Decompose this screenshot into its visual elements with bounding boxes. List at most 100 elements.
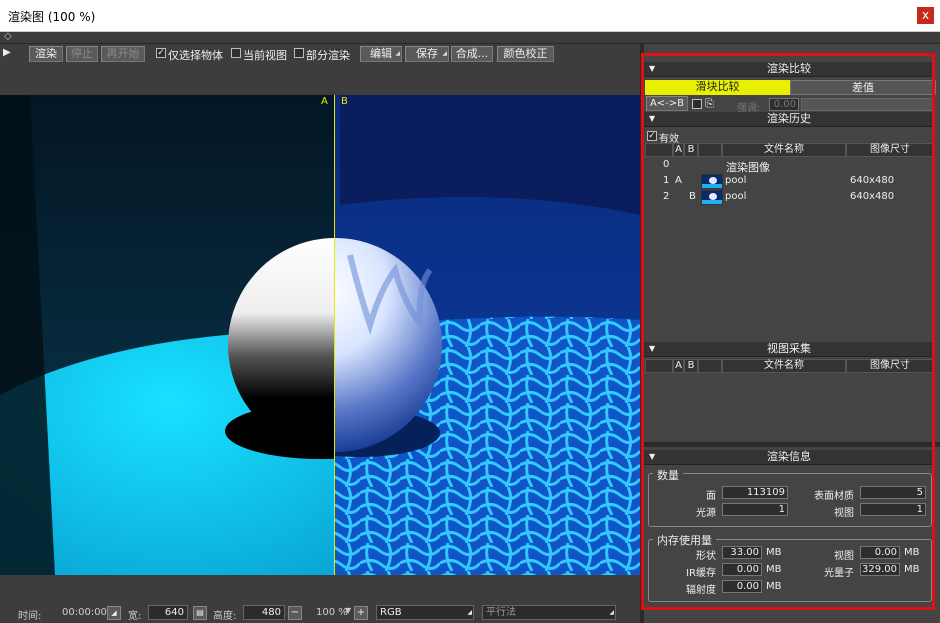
- count-group-title: 数量: [653, 467, 683, 483]
- current-view-label: 当前视图: [243, 49, 287, 62]
- current-view-checkbox[interactable]: [231, 48, 241, 58]
- render-viewport[interactable]: [0, 95, 640, 575]
- partial-render-label: 部分渲染: [306, 49, 350, 62]
- row-name: pool: [725, 191, 747, 202]
- history-header[interactable]: ▼ 渲染历史: [644, 112, 934, 127]
- render-image: [0, 95, 640, 575]
- compare-option-checkbox[interactable]: [692, 99, 702, 109]
- play-icon[interactable]: ▶: [3, 47, 11, 58]
- stop-button[interactable]: 停止: [66, 46, 98, 62]
- zoom-value[interactable]: 100 %: [316, 607, 348, 618]
- partial-render-checkbox[interactable]: [294, 48, 304, 58]
- zoom-out-button[interactable]: −: [288, 606, 302, 620]
- width-label: 宽:: [128, 611, 142, 622]
- channel-select[interactable]: RGB ◢: [376, 605, 474, 620]
- height-label: 高度:: [213, 611, 237, 622]
- save-button[interactable]: 保存 ◢: [405, 46, 449, 62]
- restart-button[interactable]: 再开始: [101, 46, 145, 62]
- label-b: B: [341, 96, 348, 107]
- height-field[interactable]: 480: [243, 605, 285, 620]
- unit-mb: MB: [766, 547, 782, 558]
- col-thumb: [698, 359, 722, 373]
- projection-value: 平行法: [486, 607, 516, 618]
- materials-label: 表面材质: [814, 491, 854, 502]
- col-size[interactable]: 图像尺寸: [846, 143, 934, 157]
- row-size: 640x480: [850, 191, 895, 202]
- history-row[interactable]: 0 渲染图像: [646, 158, 934, 174]
- intensity-slider[interactable]: [801, 98, 934, 111]
- col-b[interactable]: B: [684, 359, 698, 373]
- only-selected-label: 仅选择物体: [168, 49, 223, 62]
- dropdown-arrow-icon: ◢: [609, 609, 614, 616]
- materials-value: 5: [860, 486, 926, 499]
- composite-button[interactable]: 合成...: [451, 46, 493, 62]
- col-a[interactable]: A: [673, 359, 684, 373]
- unit-mb: MB: [904, 547, 920, 558]
- radiance-value: 0.00: [722, 580, 762, 593]
- only-selected-checkbox[interactable]: ✓: [156, 48, 166, 58]
- history-row[interactable]: 2 B pool 640x480: [646, 190, 934, 205]
- render-area: ▶ 渲染 停止 再开始 ✓ 仅选择物体 当前视图 部分渲染 编辑 ◢ 保存 ◢ 合成…: [0, 44, 640, 623]
- dropdown-arrow-icon: ◢: [395, 50, 400, 57]
- tab-slider-compare[interactable]: 滑块比较: [645, 80, 790, 95]
- unit-mb: MB: [766, 564, 782, 575]
- label-a: A: [321, 96, 328, 107]
- views-value: 1: [860, 503, 926, 516]
- zoom-dropdown-icon[interactable]: ▼: [345, 606, 351, 615]
- time-value: 00:00:00: [62, 607, 107, 618]
- aspect-lock-icon[interactable]: ▤: [193, 606, 207, 620]
- history-row[interactable]: 1 A pool 640x480: [646, 174, 934, 189]
- valid-checkbox[interactable]: ✓: [647, 131, 657, 141]
- dropdown-arrow-icon: ◢: [467, 609, 472, 616]
- snapshots-header[interactable]: ▼ 视图采集: [644, 342, 934, 357]
- row-a-flag: A: [675, 175, 682, 186]
- edit-button[interactable]: 编辑 ◢: [360, 46, 402, 62]
- row-size: 640x480: [850, 175, 895, 186]
- row-b-flag: B: [689, 191, 696, 202]
- row-name: pool: [725, 175, 747, 186]
- shapes-label: 形状: [696, 551, 716, 562]
- faces-label: 面: [706, 491, 716, 502]
- panel-divider[interactable]: [644, 442, 940, 447]
- color-correct-button[interactable]: 颜色校正: [497, 46, 554, 62]
- photon-label: 光量子: [824, 568, 854, 579]
- col-index: [645, 143, 673, 157]
- memory-group-title: 内存使用量: [653, 532, 716, 548]
- window-title: 渲染图 (100 %): [8, 10, 96, 24]
- view-mem-value: 0.00: [860, 546, 900, 559]
- export-icon[interactable]: ⎘: [705, 97, 714, 111]
- faces-value: 113109: [722, 486, 788, 499]
- width-field[interactable]: 640: [148, 605, 188, 620]
- info-header-label: 渲染信息: [767, 450, 811, 463]
- side-panel: ▼ 渲染比较 滑块比较 差值 A<->B ⎘ 强调: 0.00 ▼ 渲染历史 ✓ 有…: [644, 44, 940, 623]
- col-filename[interactable]: 文件名称: [722, 359, 846, 373]
- row-index: 2: [663, 191, 670, 202]
- tab-difference[interactable]: 差值: [790, 80, 936, 95]
- pin-icon[interactable]: ◇: [4, 31, 12, 42]
- row-name: 渲染图像: [726, 161, 770, 174]
- time-dropdown-icon[interactable]: ◢: [107, 606, 121, 620]
- save-label: 保存: [416, 47, 438, 60]
- col-filename[interactable]: 文件名称: [722, 143, 846, 157]
- col-size[interactable]: 图像尺寸: [846, 359, 934, 373]
- intensity-value[interactable]: 0.00: [769, 98, 799, 111]
- col-b[interactable]: B: [684, 143, 698, 157]
- row-thumbnail: [701, 190, 723, 205]
- ir-cache-value: 0.00: [722, 563, 762, 576]
- col-thumb: [698, 143, 722, 157]
- col-a[interactable]: A: [673, 143, 684, 157]
- zoom-in-button[interactable]: +: [354, 606, 368, 620]
- compare-header-label: 渲染比较: [767, 62, 811, 75]
- snapshots-header-label: 视图采集: [767, 342, 811, 355]
- collapse-icon: ▼: [649, 344, 656, 353]
- unit-mb: MB: [766, 581, 782, 592]
- ir-cache-label: IR缓存: [686, 568, 716, 579]
- info-header[interactable]: ▼ 渲染信息: [644, 450, 934, 465]
- row-index: 0: [663, 159, 670, 170]
- photon-value: 329.00: [860, 563, 900, 576]
- compare-header[interactable]: ▼ 渲染比较: [644, 62, 934, 77]
- close-button[interactable]: x: [917, 7, 934, 24]
- projection-select[interactable]: 平行法 ◢: [482, 605, 616, 620]
- swap-ab-button[interactable]: A<->B: [646, 96, 688, 111]
- render-button[interactable]: 渲染: [29, 46, 63, 62]
